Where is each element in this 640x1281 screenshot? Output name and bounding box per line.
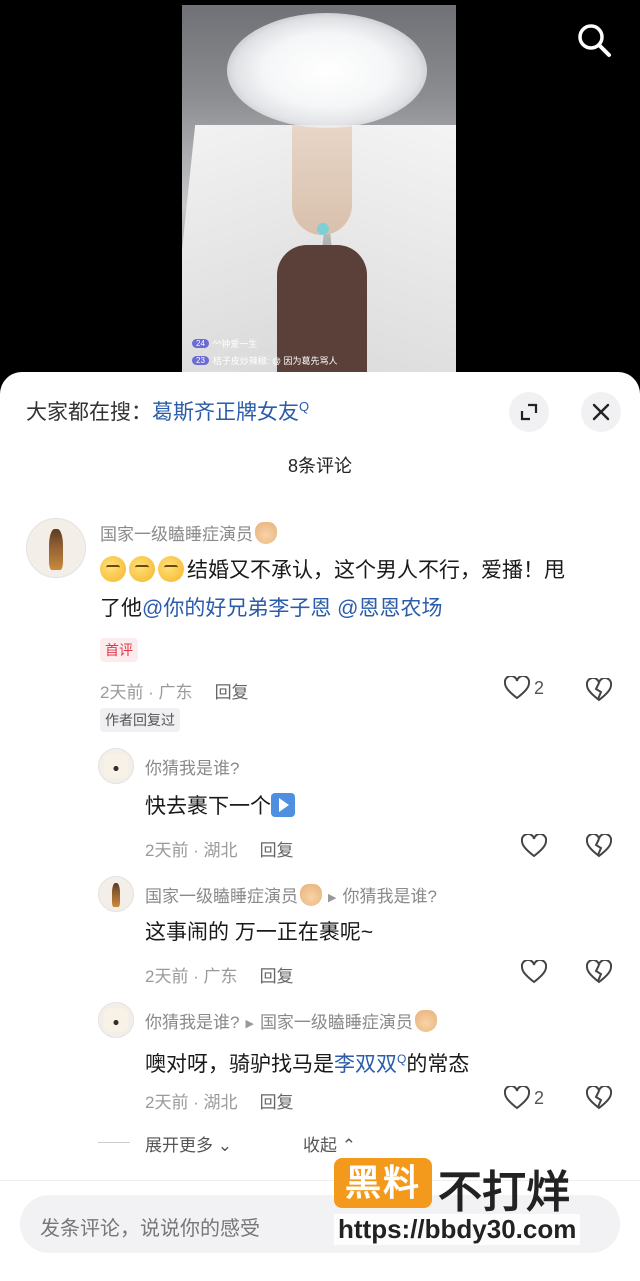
live-comment-badge: 24 [192,339,209,348]
hot-search-prefix: 大家都在搜： [26,401,152,424]
author-replied-tag: 作者回复过 [100,708,180,732]
reply-text: 快去裹下一个 [145,788,585,826]
heart-icon [504,1086,530,1110]
reply-arrow-icon: ▶ [245,1018,254,1031]
close-icon [592,403,610,421]
heart-icon [521,834,547,858]
reply-button[interactable]: 回复 [215,683,249,702]
first-comment-tag: 首评 [100,638,138,662]
comment-item: 国家一级瞌睡症演员 结婚又不承认，这个男人不行，爱播！甩了他@你的好兄弟李子恩 … [0,512,640,742]
hot-search-keyword[interactable]: 葛斯齐正牌女友 [152,401,299,424]
live-comments: 24 ^^钟爱一生 23 桔子皮炒辣椒: @ 因为葛先骂人 [192,337,452,371]
expand-icon [520,403,538,421]
reply-to-username: 你猜我是谁? [342,887,437,906]
reply-username[interactable]: 你猜我是谁? ▶ 国家一级瞌睡症演员 [145,1008,437,1033]
search-small-icon: Q [299,399,310,414]
expand-row: 展开更多 ⌄ 收起 ⌃ [0,1128,640,1158]
watermark: 黑料 不打烊 https://bbdy30.com [334,1158,620,1254]
live-comment-text: 桔子皮炒辣椒: @ 因为葛先骂人 [212,356,338,366]
comment-count: 8条评论 [287,456,352,476]
like-button[interactable]: 2 [504,1086,544,1110]
avatar[interactable] [26,518,86,578]
close-button[interactable] [581,392,621,432]
reply-text: 这事闹的 万一正在裹呢~ [145,921,374,944]
reply-arrow-icon: ▶ [328,892,337,905]
comment-input-placeholder: 发条评论，说说你的感受 [40,1218,260,1240]
thinking-emoji-icon [158,556,184,582]
broken-heart-icon [585,1084,613,1110]
search-button[interactable] [574,20,614,60]
avatar[interactable] [98,1002,134,1038]
hot-search-bar[interactable]: 大家都在搜：葛斯齐正牌女友Q [26,396,309,426]
broken-heart-icon [585,676,613,702]
blurred-face [227,13,427,128]
heart-icon [504,676,530,700]
divider [98,1142,130,1143]
search-small-icon: Q [397,1052,407,1066]
avatar[interactable] [98,876,134,912]
reply-meta: 2天前 · 广东 回复 [145,967,294,986]
reply-item: 你猜我是谁? ▶ 国家一级瞌睡症演员 噢对呀，骑驴找马是李双双Q的常态 2天前 · … [0,1002,640,1122]
reply-text: 噢对呀，骑驴找马是李双双Q的常态 [145,1052,470,1076]
video-content-pendant [317,223,329,235]
like-count: 2 [534,1087,545,1108]
dislike-button[interactable] [585,676,613,707]
chevron-down-icon: ⌄ [217,1136,232,1155]
reply-button[interactable]: 回复 [260,1093,294,1112]
mention-link[interactable]: @你的好兄弟李子恩 [142,597,331,620]
reply-to-username: 国家一级瞌睡症演员 [259,1013,413,1032]
live-comment-text: ^^钟爱一生 [212,339,258,349]
broken-heart-icon [585,832,613,858]
wave-emoji-icon [300,884,322,906]
live-comment: 23 桔子皮炒辣椒: @ 因为葛先骂人 [192,354,452,367]
dislike-button[interactable] [585,1084,613,1115]
live-comment: 24 ^^钟爱一生 [192,337,452,350]
search-icon [578,24,611,57]
heart-icon [521,960,547,984]
mention-link[interactable]: 李双双 [334,1053,397,1076]
reply-username[interactable]: 国家一级瞌睡症演员 ▶ 你猜我是谁? [145,882,437,907]
chevron-up-icon: ⌃ [341,1136,356,1155]
reply-button[interactable]: 回复 [260,841,294,860]
reply-meta: 2天前 · 湖北 回复 [145,1093,294,1112]
comment-username[interactable]: 国家一级瞌睡症演员 [100,520,277,545]
video-player[interactable]: 24 ^^钟爱一生 23 桔子皮炒辣椒: @ 因为葛先骂人 [0,0,640,380]
reply-button[interactable]: 回复 [260,967,294,986]
broken-heart-icon [585,958,613,984]
comment-text: 结婚又不承认，这个男人不行，爱播！甩了他@你的好兄弟李子恩 @恩恩农场 [100,552,580,628]
thinking-emoji-icon [129,556,155,582]
live-comment-badge: 23 [192,356,209,365]
dislike-button[interactable] [585,958,613,989]
thinking-emoji-icon [100,556,126,582]
mention-link[interactable]: @恩恩农场 [337,597,442,620]
dislike-button[interactable] [585,832,613,863]
video-frame: 24 ^^钟爱一生 23 桔子皮炒辣椒: @ 因为葛先骂人 [182,5,456,373]
reply-username[interactable]: 你猜我是谁? [145,754,239,779]
like-button[interactable] [521,834,547,858]
like-count: 2 [534,677,545,698]
comment-sheet: 大家都在搜：葛斯齐正牌女友Q 8条评论 国家一级瞌睡症演员 结婚又不承认，这个男… [0,372,640,1281]
watermark-title: 不打烊 [438,1168,570,1217]
expand-button[interactable] [509,392,549,432]
play-button-emoji-icon [271,793,295,817]
expand-more-button[interactable]: 展开更多 ⌄ [145,1131,232,1156]
watermark-logo: 黑料 [334,1158,432,1208]
wave-emoji-icon [255,522,277,544]
watermark-url: https://bbdy30.com [334,1214,581,1245]
like-button[interactable] [521,960,547,984]
comment-meta: 2天前 · 广东 回复 [100,683,249,702]
wave-emoji-icon [414,1010,437,1032]
reply-item: 国家一级瞌睡症演员 ▶ 你猜我是谁? 这事闹的 万一正在裹呢~ 2天前 · 广东 回复 [0,876,640,996]
reply-meta: 2天前 · 湖北 回复 [145,841,294,860]
video-content-neck [292,125,352,235]
reply-item: 你猜我是谁? 快去裹下一个 2天前 · 湖北 回复 [0,748,640,868]
avatar[interactable] [98,748,134,784]
collapse-button[interactable]: 收起 ⌃ [303,1131,356,1156]
like-button[interactable]: 2 [504,676,544,700]
